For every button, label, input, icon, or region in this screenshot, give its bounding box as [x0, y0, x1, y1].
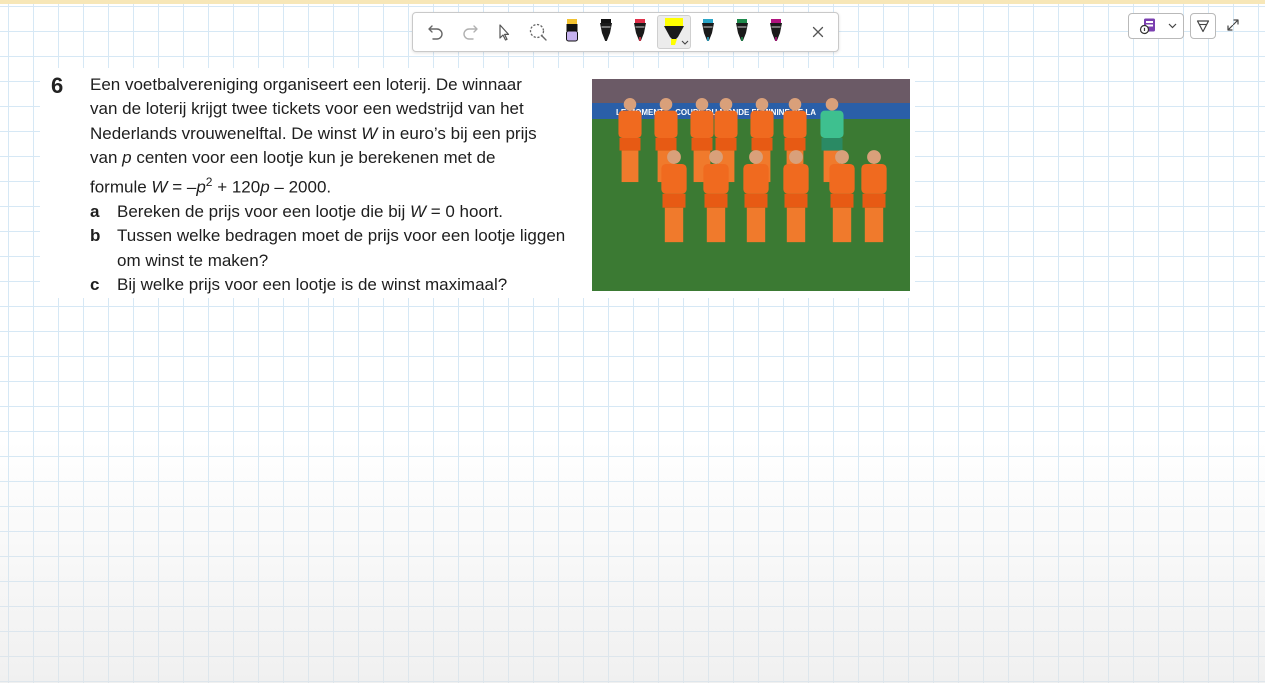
pen-icon	[736, 19, 748, 41]
filter-icon	[1196, 20, 1210, 33]
variable-w: W	[151, 177, 168, 197]
question-text-part: = 0 hoort.	[426, 202, 504, 222]
formula-part: + 120	[212, 177, 261, 197]
variable-p: p	[122, 147, 132, 167]
intro-line: in euro’s bij een prijs	[377, 123, 537, 143]
question-text: Bereken de prijs voor een lootje die bij…	[117, 200, 570, 224]
question-c: c Bij welke prijs voor een lootje is de …	[90, 273, 570, 297]
question-text-part: Bereken de prijs voor een lootje die bij	[117, 202, 410, 222]
chevron-down-icon	[1168, 23, 1177, 29]
intro-line: formule	[90, 177, 152, 197]
pen-black-button[interactable]	[589, 15, 623, 49]
pen-icon	[702, 19, 714, 41]
pen-green-button[interactable]	[725, 15, 759, 49]
question-letter: c	[90, 275, 100, 295]
pen-icon	[566, 19, 578, 42]
ink-toolbar	[412, 12, 839, 52]
variable-p: p	[260, 177, 270, 197]
exercise-number: 6	[51, 73, 64, 98]
close-toolbar-button[interactable]	[801, 15, 835, 49]
question-list: a Bereken de prijs voor een lootje die b…	[90, 200, 570, 297]
onenote-account-icon	[1139, 18, 1155, 35]
variable-w: W	[361, 123, 378, 143]
highlighter-yellow-button[interactable]	[657, 15, 691, 49]
question-a: a Bereken de prijs voor een lootje die b…	[90, 200, 570, 224]
eraser-icon	[529, 23, 547, 41]
lasso-select-icon	[499, 24, 510, 41]
lasso-select-button[interactable]	[487, 15, 521, 49]
intro-line: Nederlands vrouwenelftal. De winst	[90, 123, 362, 143]
top-accent-strip	[0, 0, 1265, 4]
pen-red-button[interactable]	[623, 15, 657, 49]
exercise-block: 6 Een voetbalvereniging organiseert een …	[40, 68, 915, 298]
intro-line: van de loterij krijgt twee tickets voor …	[90, 99, 524, 119]
formula-part: – 2000.	[269, 177, 332, 197]
pen-icon	[770, 19, 782, 41]
intro-line: van	[90, 147, 123, 167]
expand-button[interactable]	[1222, 14, 1244, 36]
formula-part: = –	[167, 177, 197, 197]
chevron-down-icon	[681, 40, 689, 45]
eraser-button[interactable]	[521, 15, 555, 49]
redo-icon	[463, 25, 478, 40]
question-letter: a	[90, 202, 100, 222]
variable-w: W	[409, 202, 426, 222]
pen-magenta-button[interactable]	[759, 15, 793, 49]
close-icon	[812, 26, 824, 38]
undo-icon	[428, 25, 443, 40]
variable-p: p	[196, 177, 206, 197]
notebook-account-button[interactable]	[1128, 13, 1184, 39]
question-b: b Tussen welke bedragen moet de prijs vo…	[90, 224, 570, 273]
redo-button[interactable]	[453, 15, 487, 49]
intro-line: Een voetbalvereniging organiseert een lo…	[90, 75, 522, 94]
team-photo: LE MOMENT ... COUPE DU MONDE FÉMININE DE…	[592, 79, 910, 291]
intro-line: centen voor een lootje kun je berekenen …	[131, 147, 496, 167]
exercise-text: Een voetbalvereniging organiseert een lo…	[90, 73, 570, 297]
team-photo-illustration: LE MOMENT ... COUPE DU MONDE FÉMININE DE…	[592, 79, 910, 291]
filter-button[interactable]	[1190, 13, 1216, 39]
expand-icon	[1227, 19, 1239, 31]
exercise-intro: Een voetbalvereniging organiseert een lo…	[90, 73, 570, 200]
pen-cyan-button[interactable]	[691, 15, 725, 49]
pen-icon	[634, 19, 646, 41]
question-text: Bij welke prijs voor een lootje is de wi…	[117, 275, 508, 295]
question-text: Tussen welke bedragen moet de prijs voor…	[117, 226, 566, 270]
pen-icon	[600, 19, 612, 41]
pen-purple-button[interactable]	[555, 15, 589, 49]
undo-button[interactable]	[419, 15, 453, 49]
question-letter: b	[90, 226, 101, 246]
